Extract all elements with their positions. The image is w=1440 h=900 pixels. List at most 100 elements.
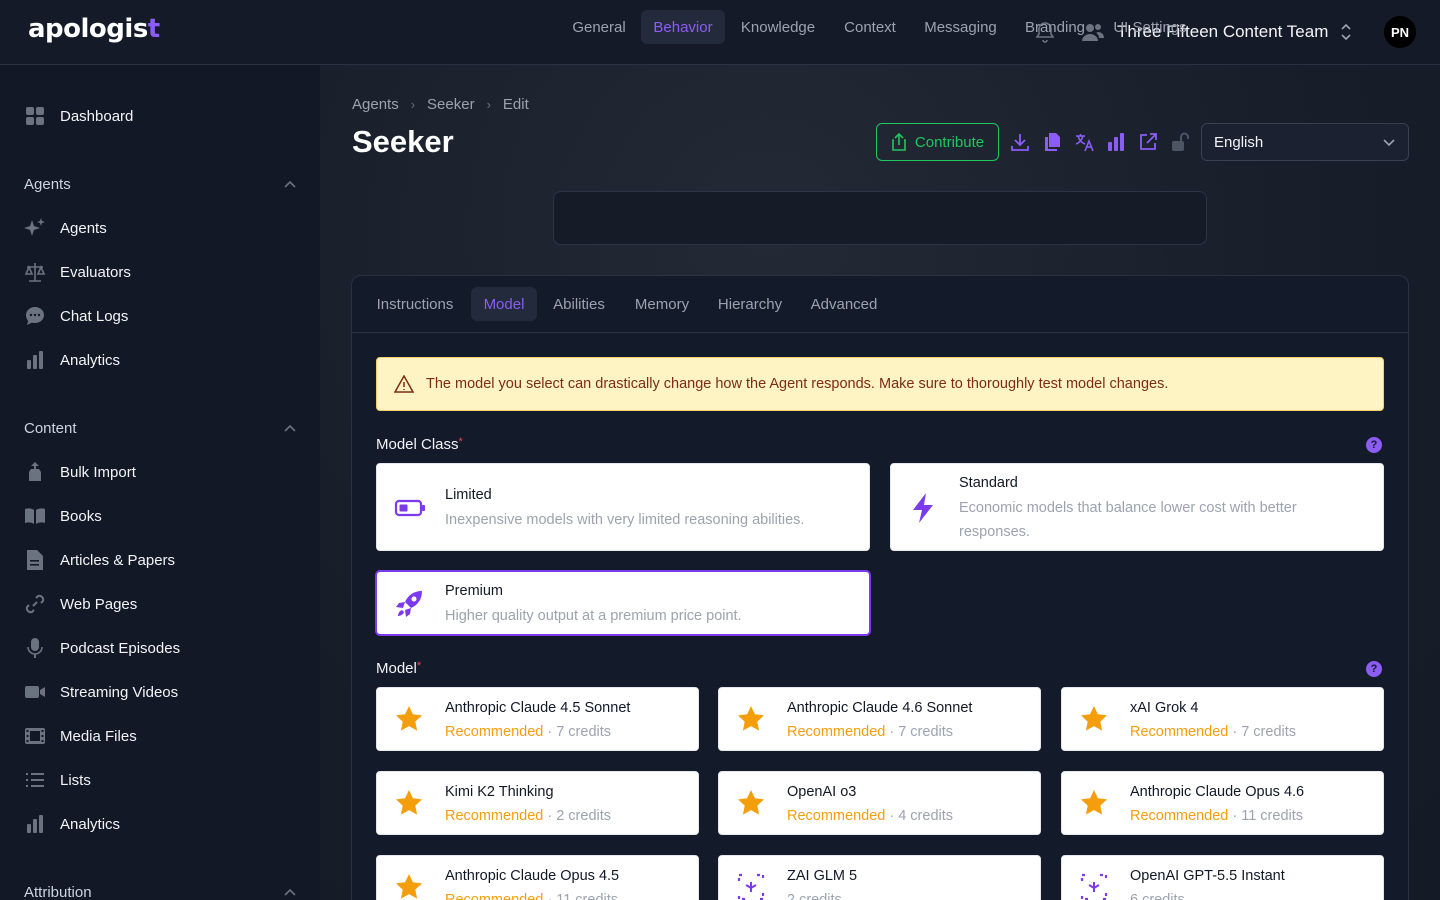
tab-messaging[interactable]: Messaging xyxy=(914,10,1007,44)
breadcrumb-edit: Edit xyxy=(502,96,529,113)
language-select[interactable]: English xyxy=(1201,123,1409,161)
help-icon[interactable]: ? xyxy=(1366,661,1382,677)
class-description: Economic models that balance lower cost … xyxy=(959,500,1297,540)
model-name: ZAI GLM 5 xyxy=(787,868,858,884)
video-icon xyxy=(24,681,46,703)
sidebar-item-label: Articles & Papers xyxy=(60,551,176,569)
sidebar-item-lists[interactable]: Lists xyxy=(24,766,91,794)
sidebar-item-label: Lists xyxy=(60,771,91,789)
copy-icon[interactable] xyxy=(1042,132,1062,152)
sidebar-item-label: Dashboard xyxy=(60,107,134,125)
sidebar-item-podcasts[interactable]: Podcast Episodes xyxy=(24,634,180,662)
logo[interactable]: apologist xyxy=(28,14,160,44)
sidebar-item-web-pages[interactable]: Web Pages xyxy=(24,590,137,618)
breadcrumb-agents[interactable]: Agents xyxy=(352,96,399,113)
breadcrumb: Agents › Seeker › Edit xyxy=(352,96,529,113)
model-option[interactable]: Anthropic Claude Opus 4.5 Recommended · … xyxy=(376,855,699,900)
model-meta: Recommended · 2 credits xyxy=(445,808,612,824)
model-option[interactable]: OpenAI o3 Recommended · 4 credits xyxy=(718,771,1041,835)
model-option[interactable]: Anthropic Claude 4.5 Sonnet Recommended … xyxy=(376,687,699,751)
model-name: OpenAI o3 xyxy=(787,784,857,800)
sidebar-item-agents[interactable]: Agents xyxy=(24,214,107,242)
subtab-instructions[interactable]: Instructions xyxy=(366,287,464,321)
warning-text: The model you select can drastically cha… xyxy=(426,376,1169,392)
external-link-icon[interactable] xyxy=(1138,132,1158,152)
sidebar-item-label: Evaluators xyxy=(60,263,131,281)
subtab-advanced[interactable]: Advanced xyxy=(801,287,887,321)
tab-behavior[interactable]: Behavior xyxy=(641,10,725,44)
model-option[interactable]: ZAI GLM 5 2 credits xyxy=(718,855,1041,900)
warning-icon xyxy=(394,375,414,393)
sidebar-item-content-analytics[interactable]: Analytics xyxy=(24,810,120,838)
sidebar-item-label: Podcast Episodes xyxy=(60,639,181,657)
bar-chart-icon xyxy=(24,349,46,371)
model-option[interactable]: Anthropic Claude 4.6 Sonnet Recommended … xyxy=(718,687,1041,751)
sidebar-item-evaluators[interactable]: Evaluators xyxy=(24,258,131,286)
language-value: English xyxy=(1214,133,1264,151)
sidebar-item-dashboard[interactable]: Dashboard xyxy=(24,102,133,130)
sidebar-item-agent-analytics[interactable]: Analytics xyxy=(24,346,120,374)
download-icon[interactable] xyxy=(1010,132,1030,152)
section-title: Attribution xyxy=(24,883,92,900)
chevron-updown-icon[interactable] xyxy=(1338,22,1354,42)
model-option[interactable]: OpenAI GPT-5.5 Instant 6 credits xyxy=(1061,855,1384,900)
bar-chart-icon[interactable] xyxy=(1106,132,1126,152)
book-icon xyxy=(24,505,46,527)
tab-ui-settings[interactable]: UI Settings xyxy=(1104,10,1196,44)
star-icon xyxy=(396,706,422,731)
model-option[interactable]: xAI Grok 4 Recommended · 7 credits xyxy=(1061,687,1384,751)
sidebar-item-books[interactable]: Books xyxy=(24,502,102,530)
section-title: Content xyxy=(24,419,77,437)
tab-knowledge[interactable]: Knowledge xyxy=(732,10,824,44)
class-name: Premium xyxy=(445,583,504,599)
model-name: Kimi K2 Thinking xyxy=(445,784,554,800)
contribute-button[interactable]: Contribute xyxy=(876,123,999,161)
subtab-hierarchy[interactable]: Hierarchy xyxy=(708,287,792,321)
sidebar-item-articles[interactable]: Articles & Papers xyxy=(24,546,175,574)
tab-context[interactable]: Context xyxy=(834,10,906,44)
tab-general[interactable]: General xyxy=(565,10,633,44)
model-name: OpenAI GPT-5.5 Instant xyxy=(1130,868,1285,884)
model-meta: 6 credits xyxy=(1130,892,1185,900)
link-icon xyxy=(24,593,46,615)
subtab-abilities[interactable]: Abilities xyxy=(544,287,614,321)
sidebar-item-label: Chat Logs xyxy=(60,307,129,325)
model-class-limited[interactable]: Limited Inexpensive models with very lim… xyxy=(376,463,870,551)
sidebar-item-chat-logs[interactable]: Chat Logs xyxy=(24,302,128,330)
model-class-standard[interactable]: Standard Economic models that balance lo… xyxy=(890,463,1384,551)
star-icon xyxy=(1081,790,1107,815)
section-content[interactable]: Content xyxy=(24,416,296,440)
model-class-premium[interactable]: Premium Higher quality output at a premi… xyxy=(376,571,870,635)
star-icon xyxy=(1081,706,1107,731)
microphone-icon xyxy=(24,637,46,659)
avatar[interactable]: PN xyxy=(1384,16,1416,48)
class-description: Higher quality output at a premium price… xyxy=(445,608,742,624)
film-icon xyxy=(24,725,46,747)
star-icon xyxy=(396,790,422,815)
model-option[interactable]: Kimi K2 Thinking Recommended · 2 credits xyxy=(376,771,699,835)
breadcrumb-seeker[interactable]: Seeker xyxy=(427,96,475,113)
class-name: Limited xyxy=(445,487,492,503)
model-name: Anthropic Claude Opus 4.5 xyxy=(445,868,620,884)
upload-icon xyxy=(24,461,46,483)
section-agents[interactable]: Agents xyxy=(24,172,296,196)
rocket-icon xyxy=(396,591,422,617)
sidebar-item-videos[interactable]: Streaming Videos xyxy=(24,678,178,706)
help-icon[interactable]: ? xyxy=(1366,437,1382,453)
chevron-up-icon xyxy=(284,888,296,896)
sidebar-item-bulk-import[interactable]: Bulk Import xyxy=(24,458,136,486)
sidebar-item-media-files[interactable]: Media Files xyxy=(24,722,137,750)
section-title: Agents xyxy=(24,175,71,193)
model-meta: Recommended · 7 credits xyxy=(787,724,954,740)
list-icon xyxy=(24,769,46,791)
divider xyxy=(352,332,1408,333)
unlock-icon[interactable] xyxy=(1170,132,1190,152)
translate-icon[interactable] xyxy=(1074,132,1094,152)
contribute-label: Contribute xyxy=(914,133,985,151)
subtab-memory[interactable]: Memory xyxy=(624,287,700,321)
section-attribution[interactable]: Attribution xyxy=(24,880,296,900)
model-meta: Recommended · 4 credits xyxy=(787,808,954,824)
model-option[interactable]: Anthropic Claude Opus 4.6 Recommended · … xyxy=(1061,771,1384,835)
tab-branding[interactable]: Branding xyxy=(1016,10,1094,44)
subtab-model[interactable]: Model xyxy=(471,287,537,321)
